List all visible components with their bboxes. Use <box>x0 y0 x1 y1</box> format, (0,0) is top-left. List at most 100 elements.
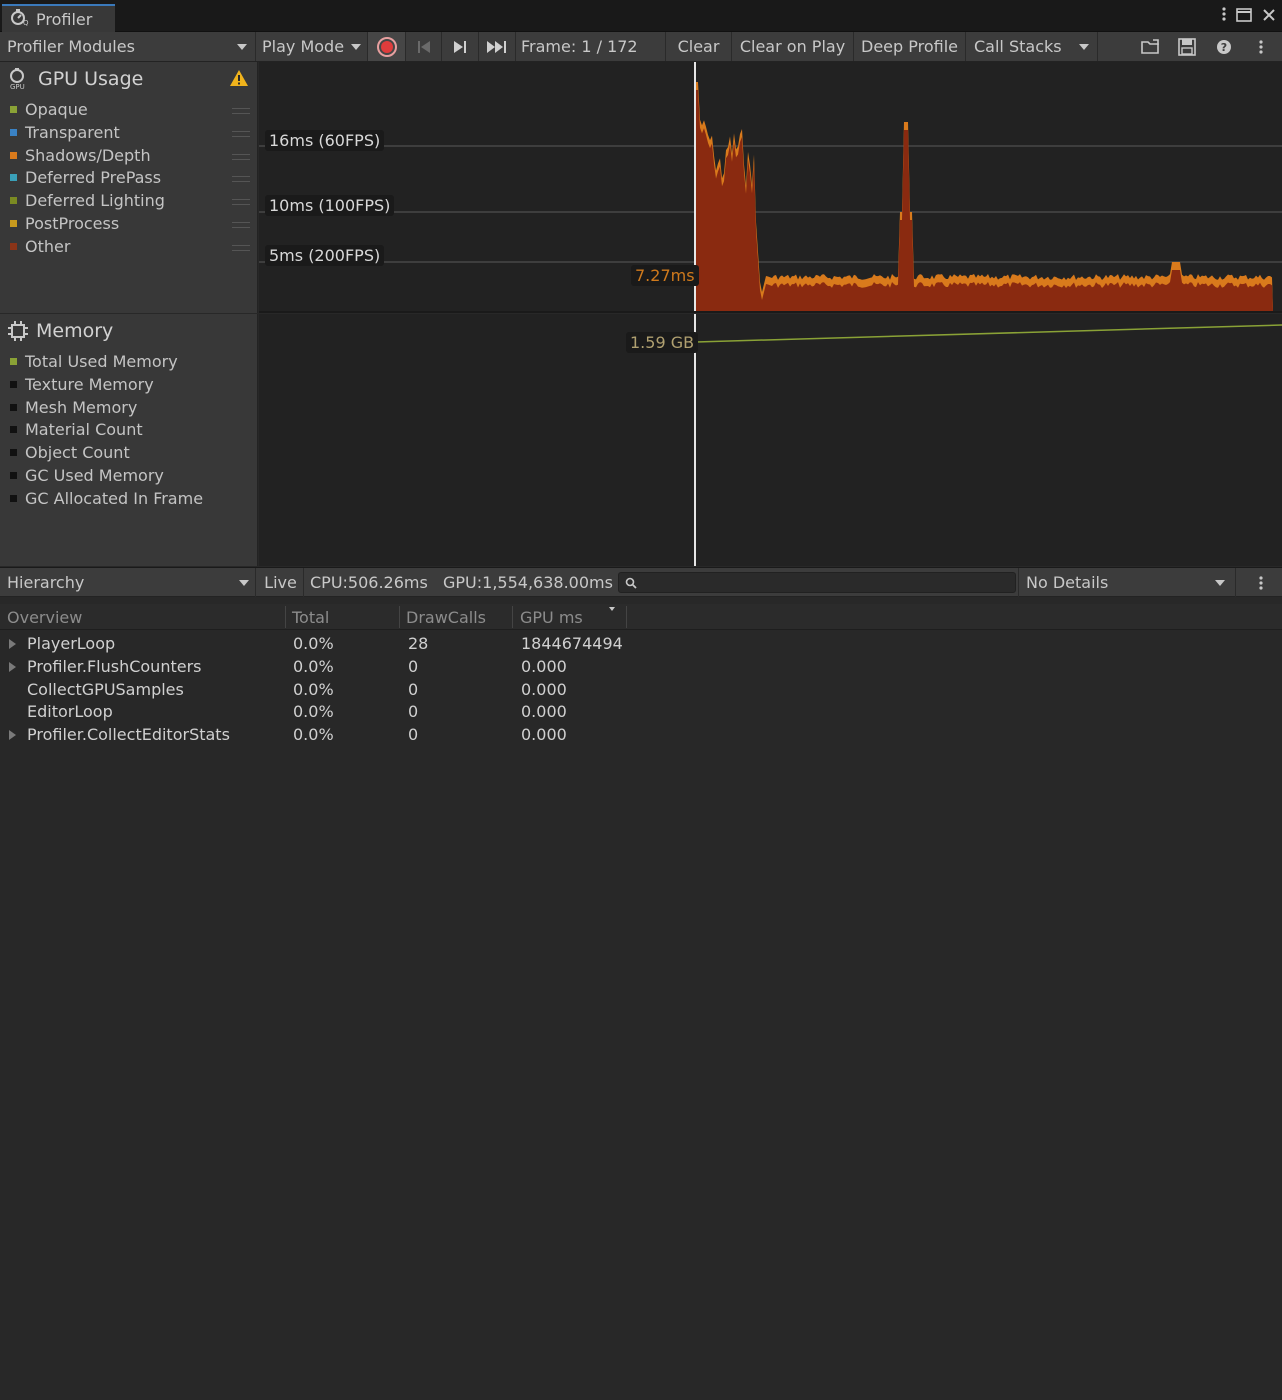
clear-on-play-toggle[interactable]: Clear on Play <box>732 32 854 61</box>
cell-gpu-ms: 0.000 <box>521 725 567 745</box>
selected-frame-value: 7.27ms <box>631 265 699 286</box>
call-stacks-dropdown[interactable]: Call Stacks <box>966 32 1098 61</box>
memory-chart[interactable]: 1.59 GB <box>259 314 1282 566</box>
record-button[interactable] <box>368 32 406 61</box>
maximize-icon[interactable] <box>1236 7 1252 26</box>
cell-gpu-ms: 0.000 <box>521 702 567 722</box>
details-toolbar: Hierarchy Live CPU:506.26ms GPU:1,554,63… <box>0 567 1282 597</box>
gpu-usage-label: GPU Usage <box>38 68 144 90</box>
table-row[interactable]: Profiler.FlushCounters 0.0% 0 0.000 <box>0 655 1282 678</box>
save-icon <box>1178 37 1196 56</box>
column-drawcalls[interactable]: DrawCalls <box>406 604 486 630</box>
legend-item[interactable]: Texture Memory <box>10 375 250 394</box>
help-button[interactable]: ? <box>1208 32 1240 61</box>
profiler-toolbar: Profiler Modules Play Mode Frame: 1 / 17… <box>0 32 1282 62</box>
legend-label: GC Allocated In Frame <box>25 488 204 508</box>
legend-label: Shadows/Depth <box>25 145 151 165</box>
legend-label: Mesh Memory <box>25 397 138 417</box>
column-total[interactable]: Total <box>292 604 329 630</box>
legend-color-swatch <box>10 380 17 388</box>
deep-profile-toggle[interactable]: Deep Profile <box>854 32 966 61</box>
first-frame-button[interactable] <box>406 32 442 61</box>
legend-item[interactable]: Other <box>10 237 250 256</box>
legend-label: GC Used Memory <box>25 466 164 485</box>
cell-name: Profiler.FlushCounters <box>27 656 202 676</box>
legend-color-swatch <box>10 449 17 457</box>
expand-arrow-icon[interactable] <box>9 639 16 649</box>
gpu-time-label: GPU:1,554,638.00ms <box>443 573 613 592</box>
live-label: Live <box>264 573 297 592</box>
search-input[interactable] <box>618 572 1016 593</box>
cell-name: EditorLoop <box>27 702 113 722</box>
table-row[interactable]: CollectGPUSamples 0.0% 0 0.000 <box>0 678 1282 701</box>
legend-color-swatch <box>10 494 17 502</box>
legend-item[interactable]: Total Used Memory <box>10 352 250 371</box>
legend-item[interactable]: Mesh Memory <box>10 398 250 417</box>
legend-item[interactable]: GC Allocated In Frame <box>10 489 250 508</box>
threshold-label-100fps: 10ms (100FPS) <box>265 195 395 216</box>
chevron-down-icon <box>237 44 247 50</box>
cell-name: PlayerLoop <box>27 634 116 653</box>
legend-color-swatch <box>10 174 17 182</box>
drag-handle-icon[interactable] <box>232 153 250 160</box>
kebab-menu-icon <box>1259 39 1263 54</box>
save-button[interactable] <box>1170 32 1204 61</box>
legend-item[interactable]: GC Used Memory <box>10 466 250 485</box>
chevron-down-icon <box>1079 44 1089 50</box>
drag-handle-icon[interactable] <box>232 176 250 183</box>
kebab-menu-icon[interactable] <box>1222 6 1226 26</box>
legend-item[interactable]: Object Count <box>10 443 250 462</box>
legend-item[interactable]: Material Count <box>10 420 250 439</box>
legend-label: Texture Memory <box>25 374 154 394</box>
cell-total: 0.0% <box>293 679 334 699</box>
expand-arrow-icon[interactable] <box>9 730 16 741</box>
column-overview[interactable]: Overview <box>7 604 82 630</box>
table-row[interactable]: Profiler.CollectEditorStats 0.0% 0 0.000 <box>0 723 1282 746</box>
cell-drawcalls: 0 <box>408 679 419 699</box>
clear-button[interactable]: Clear <box>666 32 732 61</box>
cell-total: 0.0% <box>293 725 334 745</box>
load-button[interactable] <box>1134 32 1168 61</box>
toolbar-menu-button[interactable] <box>1246 32 1276 61</box>
next-frame-button[interactable] <box>442 32 479 61</box>
play-mode-dropdown[interactable]: Play Mode <box>256 32 368 61</box>
legend-item[interactable]: Transparent <box>10 123 250 142</box>
drag-handle-icon[interactable] <box>232 244 250 251</box>
last-frame-button[interactable] <box>479 32 516 61</box>
live-toggle[interactable]: Live <box>258 568 304 597</box>
step-forward-icon <box>454 40 466 53</box>
close-icon[interactable] <box>1262 7 1276 26</box>
details-dropdown[interactable]: No Details <box>1018 568 1236 597</box>
legend-item[interactable]: Shadows/Depth <box>10 146 250 165</box>
column-gpu-ms[interactable]: GPU ms <box>520 604 583 630</box>
legend-label: Material Count <box>25 420 143 440</box>
first-frame-icon <box>417 40 430 53</box>
expand-arrow-icon[interactable] <box>9 661 16 672</box>
legend-item[interactable]: PostProcess <box>10 214 250 233</box>
details-menu-button[interactable] <box>1246 568 1276 597</box>
frame-counter-label: Frame: 1 / 172 <box>521 37 638 56</box>
drag-handle-icon[interactable] <box>232 199 250 206</box>
gpu-usage-module[interactable]: GPU GPU Usage Opaque Transparent Shadows/D… <box>0 62 258 313</box>
legend-color-swatch <box>10 242 17 250</box>
legend-item[interactable]: Deferred Lighting <box>10 191 250 210</box>
drag-handle-icon[interactable] <box>232 130 250 137</box>
view-type-dropdown[interactable]: Hierarchy <box>0 568 256 597</box>
drag-handle-icon[interactable] <box>232 108 250 114</box>
profiler-tab[interactable]: Q Profiler <box>2 4 115 32</box>
chevron-down-icon <box>351 44 361 50</box>
legend-label: Total Used Memory <box>25 352 178 371</box>
gpu-usage-chart[interactable]: 16ms (60FPS) 10ms (100FPS) 5ms (200FPS) … <box>259 62 1282 313</box>
memory-module[interactable]: Memory Total Used Memory Texture Memory Me… <box>0 314 258 566</box>
drag-handle-icon[interactable] <box>232 222 250 228</box>
table-row[interactable]: PlayerLoop 0.0% 28 18446744945 <box>0 632 1282 655</box>
legend-item[interactable]: Deferred PrePass <box>10 168 250 187</box>
table-row[interactable]: EditorLoop 0.0% 0 0.000 <box>0 700 1282 723</box>
warning-icon[interactable] <box>229 69 249 91</box>
profiler-modules-dropdown[interactable]: Profiler Modules <box>0 32 256 61</box>
legend-item[interactable]: Opaque <box>10 100 250 119</box>
legend-label: Transparent <box>25 122 120 142</box>
cell-drawcalls: 28 <box>408 634 429 653</box>
gpu-usage-graph <box>259 62 1282 311</box>
clear-on-play-label: Clear on Play <box>739 37 846 56</box>
